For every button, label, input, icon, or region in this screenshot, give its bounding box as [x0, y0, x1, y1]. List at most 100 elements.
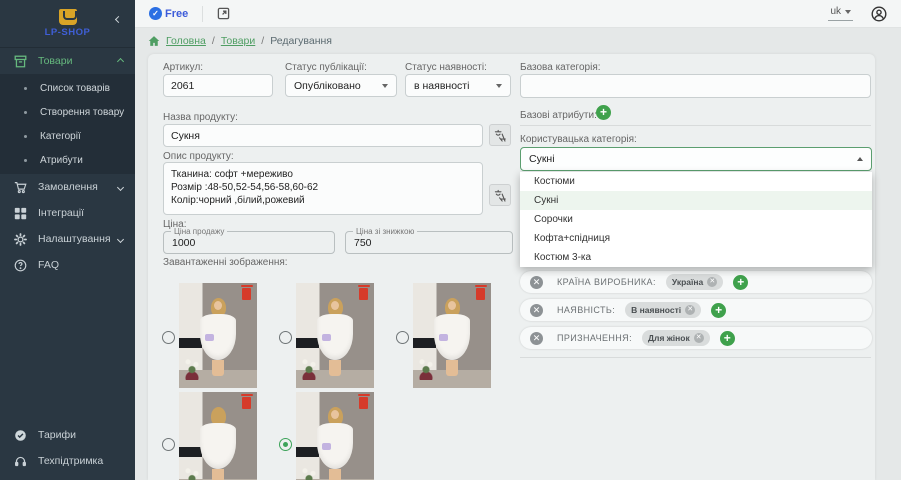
photo-model: [436, 298, 467, 376]
language-selector[interactable]: uk: [828, 6, 853, 21]
sidebar-item-integrations[interactable]: Інтеграції: [0, 200, 135, 226]
sub-item-label: Створення товару: [40, 107, 124, 118]
image-radio[interactable]: [162, 438, 175, 451]
headset-icon: [13, 454, 27, 468]
sku-input[interactable]: [163, 74, 273, 97]
translate-button[interactable]: [489, 184, 511, 206]
question-circle-icon: [13, 258, 27, 272]
remove-value-icon[interactable]: ✕: [685, 305, 695, 315]
sidebar-item-settings[interactable]: Налаштування: [0, 226, 135, 252]
remove-attribute-icon[interactable]: ✕: [530, 332, 543, 345]
uploaded-images-label: Завантаженні зображення:: [163, 257, 288, 268]
sku-label: Артикул:: [163, 62, 203, 73]
custom-category-label: Користувацька категорія:: [520, 134, 637, 145]
delete-image-icon[interactable]: [359, 288, 368, 300]
attribute-value-chip[interactable]: Для жінок ✕: [642, 330, 710, 346]
custom-category-select[interactable]: Сукні: [520, 147, 872, 171]
logo-text: LP-SHOP: [45, 27, 91, 38]
add-base-attribute-button[interactable]: +: [596, 105, 611, 120]
plan-badge[interactable]: ✓ Free: [149, 7, 188, 20]
availability-status-select[interactable]: в наявності: [405, 74, 511, 97]
language-value: uk: [830, 6, 841, 17]
base-category-label: Базова категорія:: [520, 62, 601, 73]
topbar-divider: [202, 6, 203, 22]
dropdown-option[interactable]: Костюми: [520, 172, 872, 191]
publication-status-select[interactable]: Опубліковано: [285, 74, 397, 97]
sale-price-field: Ціна продажу: [163, 231, 335, 254]
translate-button[interactable]: [489, 124, 511, 146]
edit-product-form: Артикул: Статус публікації: Опубліковано…: [148, 54, 875, 480]
sidebar-item-tariffs[interactable]: Тарифи: [0, 422, 135, 448]
sidebar-item-attributes[interactable]: Атрибути: [0, 148, 135, 172]
custom-category-dropdown: Костюми Сукні Сорочки Кофта+спідниця Кос…: [520, 172, 872, 267]
gear-icon: [13, 232, 27, 246]
divider: [520, 125, 871, 126]
remove-value-icon[interactable]: ✕: [707, 277, 717, 287]
sidebar-collapse-button[interactable]: [116, 9, 126, 19]
attribute-name: НАЯВНІСТЬ:: [557, 305, 615, 315]
photo-shelf: [179, 338, 202, 349]
chevron-up-icon: [117, 57, 124, 64]
chevron-down-icon: [845, 10, 851, 14]
add-value-button[interactable]: +: [720, 331, 735, 346]
translate-icon: [494, 129, 507, 142]
remove-attribute-icon[interactable]: ✕: [530, 304, 543, 317]
product-image[interactable]: [179, 392, 257, 480]
discount-price-input[interactable]: [346, 232, 512, 253]
remove-attribute-icon[interactable]: ✕: [530, 276, 543, 289]
grid-icon: [13, 206, 27, 220]
photo-shelf: [179, 447, 202, 458]
bullet-icon: [24, 159, 27, 162]
image-radio[interactable]: [279, 331, 292, 344]
user-profile-icon[interactable]: [871, 6, 887, 22]
sidebar-item-support[interactable]: Техпідтримка: [0, 448, 135, 474]
dropdown-option[interactable]: Сукні: [520, 191, 872, 210]
sidebar-item-categories[interactable]: Категорії: [0, 124, 135, 148]
image-radio[interactable]: [162, 331, 175, 344]
base-category-input[interactable]: [520, 74, 871, 98]
dropdown-option[interactable]: Кофта+спідниця: [520, 229, 872, 248]
breadcrumb-products-link[interactable]: Товари: [221, 35, 255, 47]
sale-price-input[interactable]: [164, 232, 334, 253]
sidebar-item-product-list[interactable]: Список товарів: [0, 76, 135, 100]
description-textarea[interactable]: Тканина: софт +мереживо Розмір :48-50,52…: [163, 162, 483, 215]
delete-image-icon[interactable]: [359, 397, 368, 409]
verified-badge-icon: ✓: [149, 7, 162, 20]
attribute-value: Україна: [672, 277, 703, 287]
product-image[interactable]: [413, 283, 491, 388]
open-in-new-icon[interactable]: [217, 7, 231, 21]
topbar-right: uk: [828, 6, 887, 22]
sidebar-item-label: Тарифи: [38, 429, 76, 441]
product-image[interactable]: [296, 392, 374, 480]
product-image[interactable]: [179, 283, 257, 388]
add-value-button[interactable]: +: [711, 303, 726, 318]
product-name-input[interactable]: [163, 124, 483, 147]
dropdown-option[interactable]: Сорочки: [520, 210, 872, 229]
attribute-value-chip[interactable]: В наявності ✕: [625, 302, 701, 318]
delete-image-icon[interactable]: [242, 397, 251, 409]
sidebar-item-product-create[interactable]: Створення товару: [0, 100, 135, 124]
chevron-down-icon: [117, 183, 124, 190]
add-value-button[interactable]: +: [733, 275, 748, 290]
chevron-left-icon: [115, 16, 122, 23]
products-submenu: Список товарів Створення товару Категорі…: [0, 74, 135, 174]
delete-image-icon[interactable]: [242, 288, 251, 300]
cart-icon: [13, 180, 27, 194]
sidebar-item-label: Техпідтримка: [38, 455, 103, 467]
product-name-label: Назва продукту:: [163, 112, 238, 123]
sidebar-item-faq[interactable]: FAQ: [0, 252, 135, 278]
delete-image-icon[interactable]: [476, 288, 485, 300]
image-radio[interactable]: [279, 438, 292, 451]
publication-status-value: Опубліковано: [294, 80, 361, 92]
remove-value-icon[interactable]: ✕: [694, 333, 704, 343]
attribute-value-chip[interactable]: Україна ✕: [666, 274, 723, 290]
product-image[interactable]: [296, 283, 374, 388]
availability-status-label: Статус наявності:: [405, 62, 487, 73]
photo-flowers: [182, 463, 202, 480]
image-radio[interactable]: [396, 331, 409, 344]
sidebar-item-products[interactable]: Товари: [0, 48, 135, 74]
attribute-row-country: ✕ КРАЇНА ВИРОБНИКА: Україна ✕ +: [520, 271, 872, 293]
sidebar-item-orders[interactable]: Замовлення: [0, 174, 135, 200]
dropdown-option[interactable]: Костюм 3-ка: [520, 248, 872, 267]
breadcrumb-home-link[interactable]: Головна: [166, 35, 206, 47]
